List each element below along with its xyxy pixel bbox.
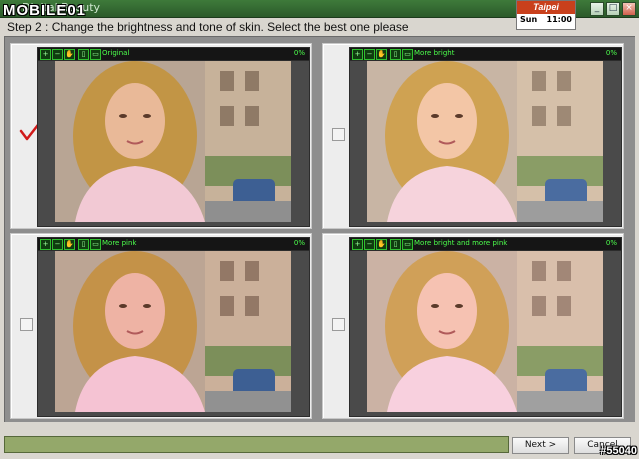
option-card-more-bright[interactable]: + − ✋ ▯ ▭ More bright 0%: [322, 43, 624, 229]
fit-window-icon[interactable]: ▯: [78, 49, 89, 60]
fit-window-icon[interactable]: ▯: [390, 239, 401, 250]
viewer-zoom: 0%: [605, 49, 617, 57]
viewer-toolbar: + − ✋ ▯ ▭ More pink 0%: [38, 238, 309, 251]
actual-size-icon[interactable]: ▭: [90, 239, 101, 250]
option-card-more-pink[interactable]: + − ✋ ▯ ▭ More pink 0%: [10, 233, 312, 419]
option-checkbox[interactable]: [332, 128, 345, 141]
next-button[interactable]: Next >: [512, 437, 569, 454]
zoom-in-icon[interactable]: +: [352, 49, 363, 60]
step-instruction: Step 2 : Change the brightness and tone …: [7, 20, 409, 34]
viewer-zoom: 0%: [293, 239, 305, 247]
image-viewer[interactable]: + − ✋ ▯ ▭ More bright and more pink 0%: [349, 237, 622, 417]
option-checkbox[interactable]: [332, 318, 345, 331]
zoom-in-icon[interactable]: +: [352, 239, 363, 250]
actual-size-icon[interactable]: ▭: [90, 49, 101, 60]
zoom-out-icon[interactable]: −: [52, 49, 63, 60]
image-viewer[interactable]: + − ✋ ▯ ▭ Original 0%: [37, 47, 310, 227]
portrait-photo: [367, 61, 603, 222]
portrait-photo: [55, 251, 291, 412]
viewer-toolbar: + − ✋ ▯ ▭ More bright 0%: [350, 48, 621, 61]
mobile01-logo: MOBILE01: [3, 2, 87, 19]
zoom-out-icon[interactable]: −: [364, 239, 375, 250]
zoom-in-icon[interactable]: +: [40, 239, 51, 250]
watermark: #55040: [600, 445, 637, 457]
fit-window-icon[interactable]: ▯: [390, 49, 401, 60]
minimize-button[interactable]: _: [590, 2, 604, 16]
image-viewer[interactable]: + − ✋ ▯ ▭ More bright 0%: [349, 47, 622, 227]
window-controls: _ □ ×: [590, 2, 636, 16]
fit-window-icon[interactable]: ▯: [78, 239, 89, 250]
options-grid: + − ✋ ▯ ▭ Original 0% + − ✋ ▯ ▭ More bri…: [4, 36, 635, 422]
viewer-zoom: 0%: [293, 49, 305, 57]
hand-pan-icon[interactable]: ✋: [64, 49, 75, 60]
viewer-label: More bright: [414, 49, 455, 57]
hand-pan-icon[interactable]: ✋: [376, 239, 387, 250]
zoom-in-icon[interactable]: +: [40, 49, 51, 60]
image-viewer[interactable]: + − ✋ ▯ ▭ More pink 0%: [37, 237, 310, 417]
close-button[interactable]: ×: [622, 2, 636, 16]
viewer-zoom: 0%: [605, 239, 617, 247]
portrait-photo: [55, 61, 291, 222]
option-checkbox[interactable]: [20, 318, 33, 331]
hand-pan-icon[interactable]: ✋: [376, 49, 387, 60]
viewer-toolbar: + − ✋ ▯ ▭ More bright and more pink 0%: [350, 238, 621, 251]
world-clock: Taipei Sun 11:00: [516, 0, 576, 30]
viewer-label: More bright and more pink: [414, 239, 508, 247]
hand-pan-icon[interactable]: ✋: [64, 239, 75, 250]
viewer-label: Original: [102, 49, 130, 57]
zoom-out-icon[interactable]: −: [364, 49, 375, 60]
option-card-more-bright-and-pink[interactable]: + − ✋ ▯ ▭ More bright and more pink 0%: [322, 233, 624, 419]
clock-time: 11:00: [546, 15, 572, 24]
actual-size-icon[interactable]: ▭: [402, 239, 413, 250]
viewer-label: More pink: [102, 239, 137, 247]
zoom-out-icon[interactable]: −: [52, 239, 63, 250]
clock-city: Taipei: [517, 1, 575, 14]
option-card-original[interactable]: + − ✋ ▯ ▭ Original 0%: [10, 43, 312, 229]
portrait-photo: [367, 251, 603, 412]
maximize-button[interactable]: □: [606, 2, 620, 16]
actual-size-icon[interactable]: ▭: [402, 49, 413, 60]
clock-day: Sun: [520, 15, 538, 24]
viewer-toolbar: + − ✋ ▯ ▭ Original 0%: [38, 48, 309, 61]
progress-bar: [4, 436, 509, 453]
